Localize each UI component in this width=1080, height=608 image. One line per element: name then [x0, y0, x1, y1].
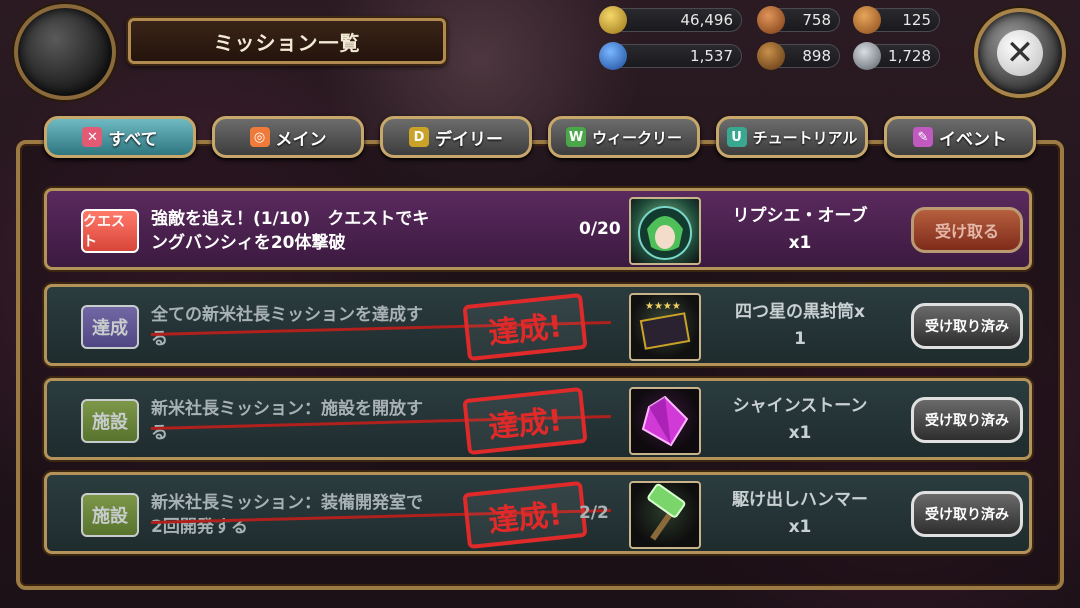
resource-meat: 758	[757, 6, 840, 34]
resource-wood-value: 898	[802, 47, 831, 65]
tab-weekly[interactable]: W ウィークリー	[548, 116, 700, 158]
envelope-art: ★★★★	[639, 301, 691, 350]
quest-badge: クエスト	[81, 209, 139, 253]
tab-all-label: すべて	[108, 129, 158, 150]
completed-stamp: 達成!	[462, 386, 588, 456]
close-button[interactable]: ✕	[974, 8, 1066, 98]
resource-gem: 1,537	[599, 42, 742, 70]
reward-name: シャインストーン	[732, 396, 868, 416]
menu-orb-button[interactable]	[14, 4, 116, 100]
tab-daily[interactable]: D デイリー	[380, 116, 532, 158]
tab-main-label: メイン	[275, 129, 327, 150]
orb-character-icon	[629, 197, 701, 265]
reward-quantity: 1	[794, 329, 806, 349]
resource-gem-value: 1,537	[690, 47, 733, 65]
reward-name: 駆け出しハンマー	[732, 490, 868, 510]
tab-bar: ✕ すべて ◎ メイン D デイリー W ウィークリー U チュートリアル ✎ …	[44, 116, 1044, 160]
tab-event[interactable]: ✎ イベント	[884, 116, 1036, 158]
tab-event-label: イベント	[939, 129, 1007, 150]
tab-main[interactable]: ◎ メイン	[212, 116, 364, 158]
resource-bread: 125	[853, 6, 940, 34]
iron-ingot-icon	[853, 42, 881, 70]
mission-row: 達成 全ての新米社長ミッションを達成す る 達成! ★★★★ 四つ星の黒封筒x …	[44, 284, 1032, 366]
close-icon: ✕	[997, 30, 1043, 76]
mission-description: 強敵を追え！(1/10) クエストでキ ングバンシィを20体撃破	[151, 207, 531, 255]
facility-badge: 施設	[81, 399, 139, 443]
tab-tutorial-label: チュートリアル	[752, 128, 858, 147]
claimed-button[interactable]: 受け取り済み	[911, 491, 1023, 537]
claimed-button[interactable]: 受け取り済み	[911, 303, 1023, 349]
mission-description-line: ングバンシィを20体撃破	[151, 233, 346, 253]
svg-text:★★★★: ★★★★	[645, 301, 681, 312]
shine-stone-icon	[629, 387, 701, 455]
all-icon: ✕	[82, 127, 103, 147]
resource-gold: 46,496	[599, 6, 742, 34]
mission-progress: 0/20	[579, 219, 621, 239]
claimed-button[interactable]: 受け取り済み	[911, 397, 1023, 443]
reward-quantity: x1	[788, 423, 812, 443]
reward-quantity: x1	[788, 517, 812, 537]
daily-icon: D	[409, 127, 429, 147]
mission-row: クエスト 強敵を追え！(1/10) クエストでキ ングバンシィを20体撃破 0/…	[44, 188, 1032, 270]
achievement-badge: 達成	[81, 305, 139, 349]
blue-gem-icon	[599, 42, 627, 70]
resource-bar: 46,496 758 125 1,537 898 1,728	[588, 6, 948, 72]
completed-stamp: 達成!	[462, 292, 588, 362]
tab-weekly-label: ウィークリー	[591, 128, 682, 147]
reward-quantity: x1	[788, 233, 812, 253]
tutorial-icon: U	[726, 127, 747, 147]
tab-all[interactable]: ✕ すべて	[44, 116, 196, 158]
mission-row: 施設 新米社長ミッション：施設を開放す る 達成! シャインストーン x1 受け…	[44, 378, 1032, 460]
title-plate: ミッション一覧	[128, 18, 446, 64]
facility-badge: 施設	[81, 493, 139, 537]
mission-description-line: 強敵を追え！(1/10) クエストでキ	[151, 209, 430, 229]
reward-name: 四つ星の黒封筒x	[735, 302, 865, 322]
event-icon: ✎	[913, 127, 933, 147]
page-title: ミッション一覧	[213, 30, 361, 55]
mission-progress: 2/2	[579, 503, 609, 523]
weekly-icon: W	[565, 127, 586, 147]
hammer-icon	[629, 481, 701, 549]
resource-bread-value: 125	[902, 11, 931, 29]
main-icon: ◎	[249, 127, 270, 147]
completed-stamp: 達成!	[462, 480, 588, 550]
bread-icon	[853, 6, 881, 34]
gold-coin-icon	[599, 6, 627, 34]
hammer-art	[647, 483, 686, 541]
resource-gold-value: 46,496	[680, 11, 734, 29]
resource-iron-value: 1,728	[888, 47, 931, 65]
crystal-art	[641, 395, 689, 447]
tab-tutorial[interactable]: U チュートリアル	[716, 116, 868, 158]
resource-wood: 898	[757, 42, 840, 70]
character-portrait	[638, 206, 692, 260]
mission-row: 施設 新米社長ミッション：装備開発室で 2回開発する 達成! 2/2 駆け出しハ…	[44, 472, 1032, 554]
tab-daily-label: デイリー	[435, 129, 503, 150]
meat-icon	[757, 6, 785, 34]
claim-button[interactable]: 受け取る	[911, 207, 1023, 253]
wood-icon	[757, 42, 785, 70]
resource-meat-value: 758	[802, 11, 831, 29]
black-envelope-icon: ★★★★	[629, 293, 701, 361]
reward-name: リプシエ・オーブ	[732, 206, 868, 226]
resource-iron: 1,728	[853, 42, 940, 70]
